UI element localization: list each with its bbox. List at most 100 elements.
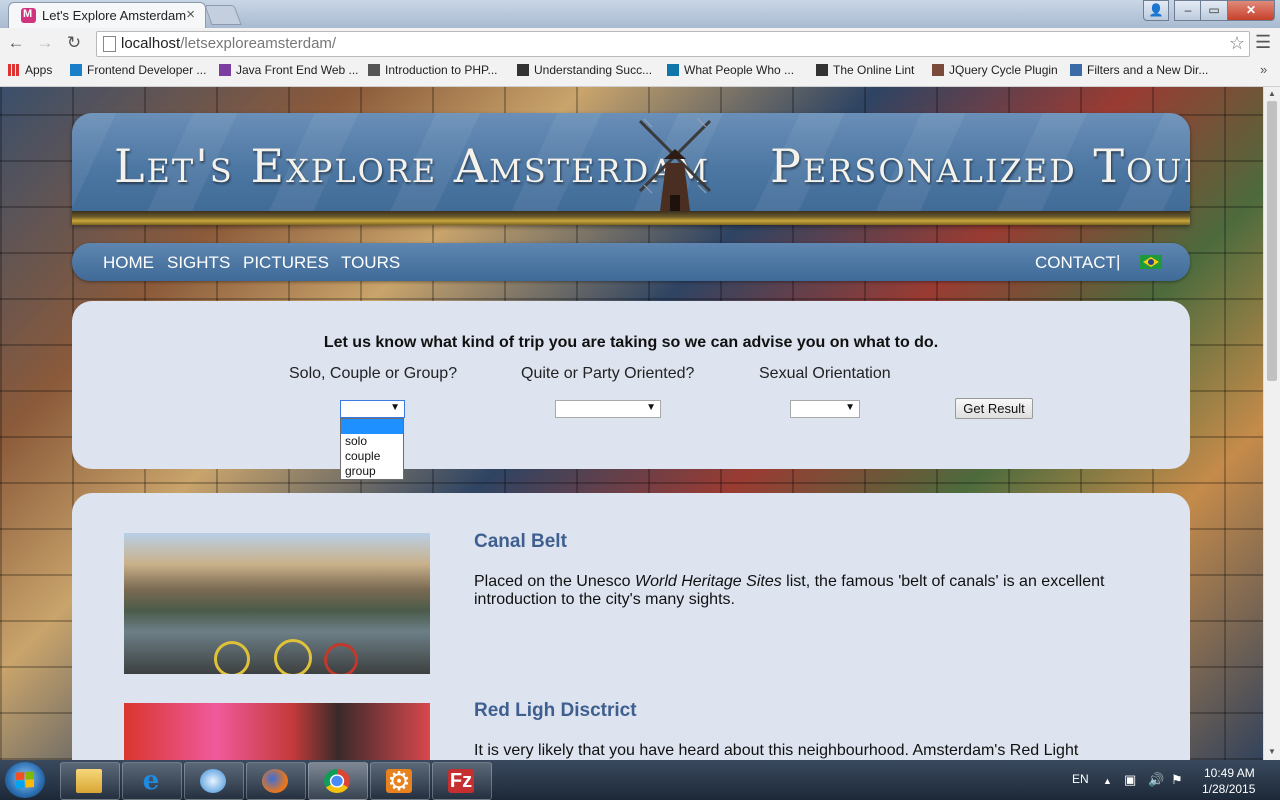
close-window-button[interactable]: ✕ [1227,0,1275,21]
bookmark-item[interactable]: Filters and a New Dir... [1070,63,1208,77]
maximize-button[interactable]: ▭ [1200,0,1228,21]
nav-home[interactable]: HOME [103,253,154,273]
group-size-options: solo couple group [340,418,404,480]
bicycle-wheel [324,643,358,674]
bookmark-item[interactable]: JQuery Cycle Plugin [932,63,1058,77]
site-subtitle: Personalized Tours [770,139,1190,193]
section-text-canal-belt: Placed on the Unesco World Heritage Site… [474,573,1105,608]
taskbar-settings[interactable]: ⚙ [370,762,430,800]
bookmark-item[interactable]: Java Front End Web ... [219,63,359,77]
sights-content-panel: Canal Belt Placed on the Unesco World He… [72,493,1190,760]
brazil-flag-icon[interactable] [1140,255,1162,269]
bookmark-item[interactable]: What People Who ... [667,63,794,77]
chrome-menu-icon[interactable]: ☰ [1255,32,1271,53]
clock-time[interactable]: 10:49 AM [1204,766,1255,780]
nav-separator: | [1116,252,1121,271]
bookmark-item[interactable]: Understanding Succ... [517,63,652,77]
url-text: localhost/letsexploreamsterdam/ [121,35,337,52]
taskbar-internet-explorer[interactable]: e [122,762,182,800]
page-icon [103,36,116,52]
new-tab-button[interactable] [204,5,242,25]
web-page: Let's Explore Amsterdam Personalized Tou… [0,87,1280,760]
chrome-icon [324,769,350,793]
apps-grid-icon [8,64,20,76]
group-size-select[interactable]: ▼ [340,400,405,418]
volume-icon[interactable]: 🔊 [1148,772,1164,788]
address-bar[interactable]: localhost/letsexploreamsterdam/ ☆ [96,31,1250,57]
bookmark-icon [932,64,944,76]
minimize-button[interactable]: – [1174,0,1202,21]
nav-pictures[interactable]: PICTURES [243,253,329,273]
safari-icon [200,769,226,793]
bicycle-wheel [214,641,250,674]
section-title-canal-belt[interactable]: Canal Belt [474,531,567,553]
section-title-red-light[interactable]: Red Ligh Disctrict [474,700,637,722]
internet-explorer-icon: e [142,766,160,796]
reload-icon[interactable]: ↻ [62,32,86,54]
main-nav: HOME SIGHTS PICTURES TOURS CONTACT | [72,243,1190,281]
site-banner: Let's Explore Amsterdam Personalized Tou… [72,113,1190,225]
taskbar-filezilla[interactable]: Fz [432,762,492,800]
bookmark-icon [219,64,231,76]
banner-tulip-strip [72,211,1190,225]
taskbar-firefox[interactable] [246,762,306,800]
orientation-select[interactable]: ▼ [790,400,860,418]
browser-tab[interactable]: Let's Explore Amsterdam × [8,2,206,29]
clock-date[interactable]: 1/28/2015 [1202,782,1255,796]
jsl-icon [816,64,828,76]
question-orientation: Sexual Orientation [759,365,891,382]
tab-title: Let's Explore Amsterdam [42,8,187,23]
tray-expand-icon[interactable]: ▲ [1103,776,1112,786]
canal-belt-photo [124,533,430,674]
taskbar-safari[interactable] [184,762,244,800]
windmill-icon [638,118,712,211]
nav-sights[interactable]: SIGHTS [167,253,230,273]
taskbar-file-explorer[interactable] [60,762,120,800]
site-title: Let's Explore Amsterdam [114,139,711,193]
browser-toolbar: ← → ↻ localhost/letsexploreamsterdam/ ☆ … [0,28,1280,60]
scroll-up-icon[interactable]: ▲ [1268,89,1276,98]
network-icon[interactable]: ▣ [1124,772,1136,788]
bookmarks-overflow-icon[interactable]: » [1260,62,1267,77]
back-arrow-icon[interactable]: ← [4,32,28,54]
option-group[interactable]: group [341,464,403,479]
scrollbar-thumb[interactable] [1267,101,1277,381]
nav-contact[interactable]: CONTACT [1035,253,1116,273]
option-couple[interactable]: couple [341,449,403,464]
filezilla-icon: Fz [448,769,474,793]
windows-taskbar: e ⚙ Fz EN ▲ ▣ 🔊 ⚑ 10:49 AM 1/28/2015 [0,760,1280,800]
red-light-district-photo [124,703,430,760]
scroll-down-icon[interactable]: ▼ [1268,747,1276,756]
firefox-icon [262,769,288,793]
browser-titlebar: Let's Explore Amsterdam × 👤 – ▭ ✕ [0,0,1280,29]
start-button[interactable] [5,762,45,798]
taskbar-chrome[interactable] [308,762,368,800]
question-group-size: Solo, Couple or Group? [289,365,458,382]
page-scrollbar[interactable]: ▲ ▼ [1263,87,1280,760]
file-explorer-icon [76,769,102,793]
bookmark-star-icon[interactable]: ☆ [1229,33,1245,54]
party-oriented-select[interactable]: ▼ [555,400,661,418]
code-icon [1070,64,1082,76]
bookmark-item[interactable]: Introduction to PHP... [368,63,498,77]
site-favicon-icon [21,8,36,23]
close-tab-icon[interactable]: × [186,6,195,23]
option-solo[interactable]: solo [341,434,403,449]
action-center-flag-icon[interactable]: ⚑ [1171,772,1183,788]
bookmark-item[interactable]: The Online Lint [816,63,914,77]
user-profile-icon[interactable]: 👤 [1143,0,1169,21]
trip-form-panel: Let us know what kind of trip you are ta… [72,301,1190,480]
dropdown-arrow-icon: ▼ [646,402,656,413]
bookmark-item[interactable]: Frontend Developer ... [70,63,206,77]
nav-tours[interactable]: TOURS [341,253,400,273]
linkedin-icon [667,64,679,76]
windows-logo-icon [16,771,34,789]
language-indicator[interactable]: EN [1072,772,1089,786]
bookmark-apps[interactable]: Apps [8,63,52,77]
w3-icon [517,64,529,76]
option-empty[interactable] [341,419,403,434]
forward-arrow-icon[interactable]: → [33,32,57,54]
bookmark-icon [368,64,380,76]
form-heading: Let us know what kind of trip you are ta… [323,334,939,351]
get-result-button[interactable]: Get Result [955,398,1033,419]
